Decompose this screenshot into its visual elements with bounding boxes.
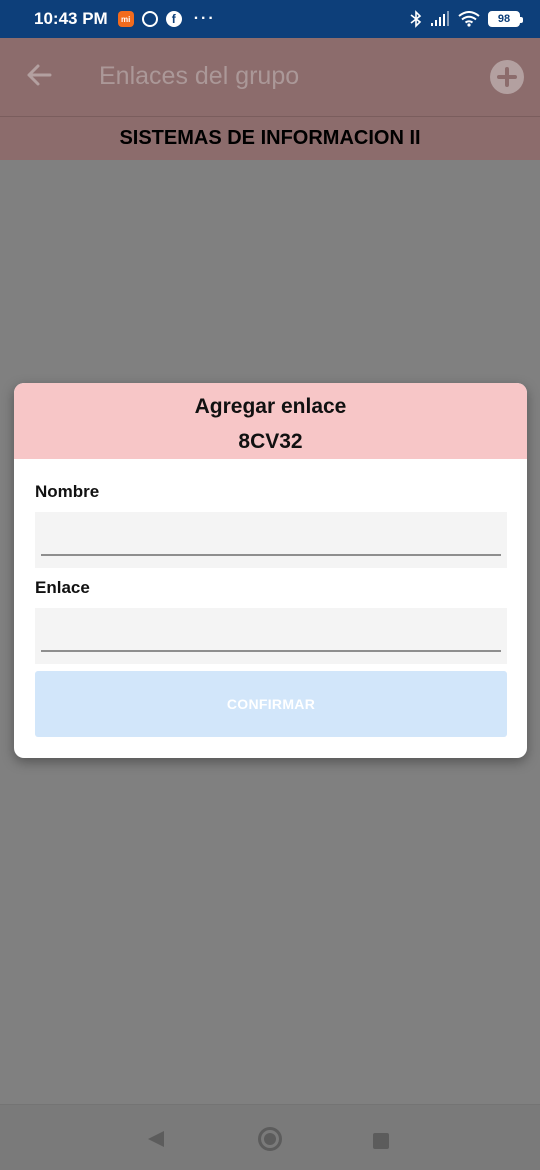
plus-circle-icon[interactable]: [490, 60, 524, 94]
status-bar: 10:43 PM mi f ··· 98: [0, 0, 540, 38]
nav-home-icon[interactable]: [258, 1127, 282, 1151]
link-label: Enlace: [35, 578, 90, 597]
group-name: SISTEMAS DE INFORMACION II: [119, 127, 421, 149]
name-field[interactable]: [35, 512, 507, 568]
add-link-dialog: Agregar enlace 8CV32 Nombre Enlace CONFI…: [14, 383, 527, 758]
link-underline: [41, 650, 501, 652]
wifi-icon: [458, 11, 480, 27]
dialog-title: Agregar enlace: [194, 395, 347, 418]
link-field[interactable]: [35, 608, 507, 664]
system-nav-bar: [0, 1104, 540, 1170]
dialog-header: Agregar enlace 8CV32: [14, 383, 527, 459]
status-time: 10:43 PM: [34, 9, 108, 28]
name-label: Nombre: [35, 482, 100, 501]
nav-back-icon[interactable]: [148, 1131, 164, 1147]
bluetooth-icon: [410, 10, 422, 28]
plus-icon: [497, 67, 517, 87]
link-input[interactable]: [35, 608, 507, 664]
confirm-button[interactable]: CONFIRMAR: [35, 671, 507, 737]
ring-icon: [141, 11, 158, 27]
page-title: Enlaces del grupo: [99, 62, 300, 90]
mi-store-icon: mi: [117, 11, 134, 27]
battery-level: 98: [497, 13, 511, 25]
group-code: 8CV32: [238, 430, 303, 453]
facebook-icon: f: [165, 11, 182, 27]
more-dots-icon: ···: [193, 10, 216, 27]
battery-icon: 98: [488, 11, 523, 27]
arrow-left-icon[interactable]: [24, 60, 54, 90]
nav-recents-icon[interactable]: [373, 1133, 389, 1149]
signal-icon: [431, 11, 449, 26]
name-underline: [41, 554, 501, 556]
name-input[interactable]: [35, 512, 507, 568]
group-subheader: SISTEMAS DE INFORMACION II: [0, 116, 540, 160]
app-bar: Enlaces del grupo: [0, 38, 540, 116]
